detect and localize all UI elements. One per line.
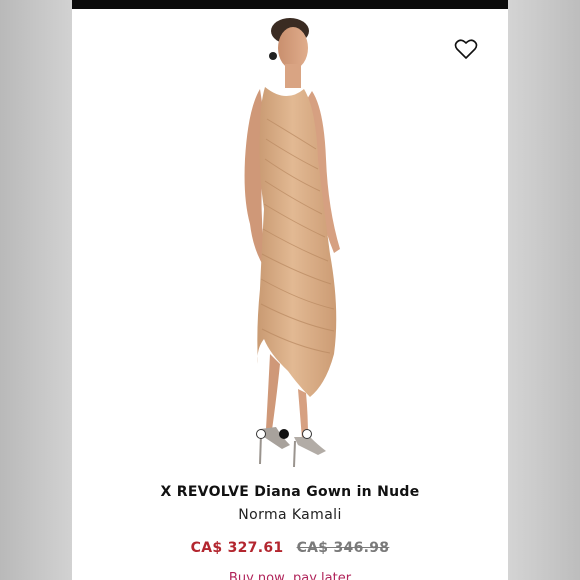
status-bar	[72, 0, 508, 9]
price-row: CA$ 327.61 CA$ 346.98	[72, 540, 508, 556]
product-image[interactable]	[72, 9, 508, 477]
product-title: X REVOLVE Diana Gown in Nude	[160, 484, 420, 500]
sale-price: CA$ 327.61	[190, 540, 284, 556]
gallery-pagination	[256, 428, 326, 440]
product-brand[interactable]: Norma Kamali	[72, 507, 508, 523]
heart-outline-icon[interactable]	[454, 38, 478, 60]
gallery-dot[interactable]	[256, 429, 266, 439]
truncated-text: Buy now, pay later	[228, 571, 352, 580]
original-price: CA$ 346.98	[296, 540, 390, 556]
gallery-dot[interactable]	[302, 429, 312, 439]
background-left	[0, 0, 72, 580]
gallery-dot-active[interactable]	[279, 429, 289, 439]
background-right	[508, 0, 580, 580]
phone-screen: X REVOLVE Diana Gown in Nude Norma Kamal…	[72, 0, 508, 580]
